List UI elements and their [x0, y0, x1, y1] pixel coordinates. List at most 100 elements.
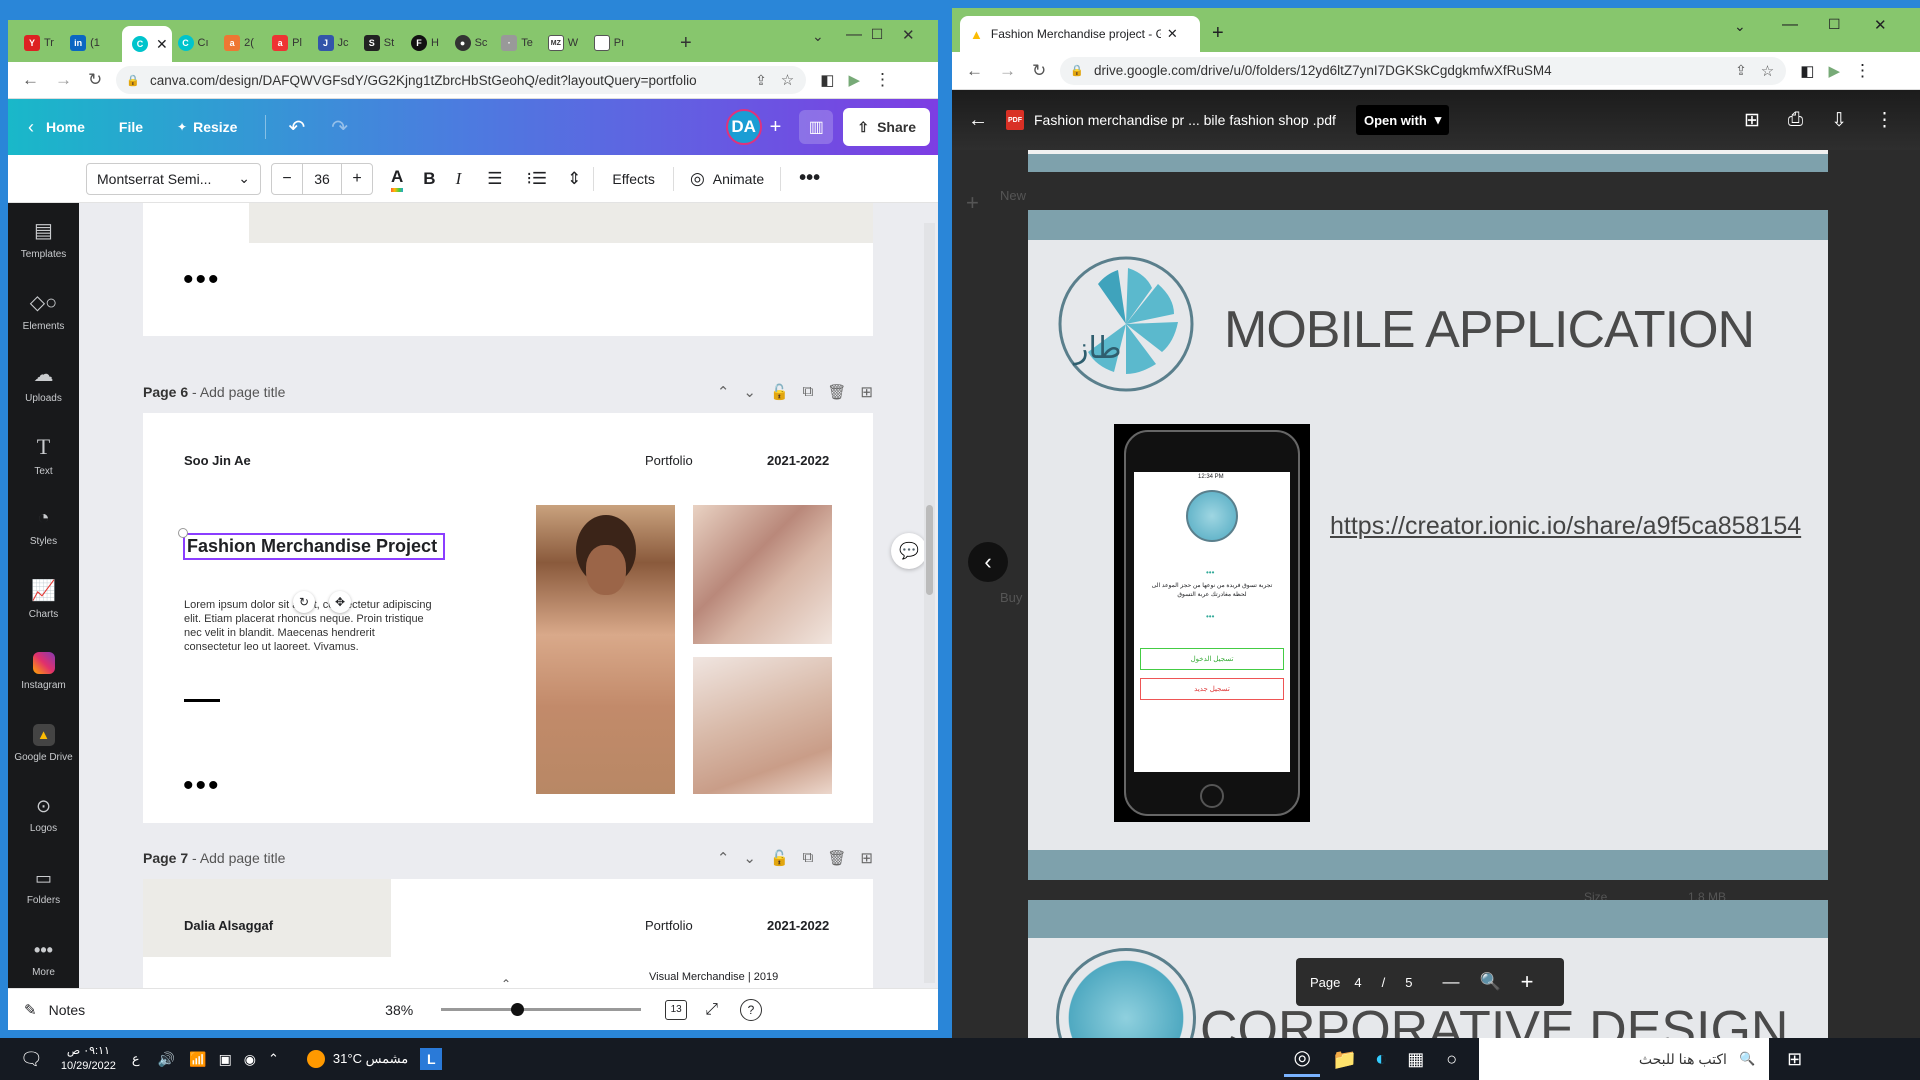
- chevron-up-icon[interactable]: ⌃: [717, 849, 730, 867]
- maximize-icon[interactable]: ☐: [862, 26, 892, 43]
- photo-hands-rings[interactable]: [693, 505, 832, 644]
- font-family-select[interactable]: Montserrat Semi... ⌄: [86, 162, 261, 195]
- file-menu[interactable]: File: [119, 119, 143, 135]
- maximize-icon[interactable]: ☐: [1828, 16, 1841, 33]
- help-icon[interactable]: ?: [740, 998, 762, 1021]
- home-button[interactable]: Home: [46, 119, 85, 135]
- photo-necklace[interactable]: [693, 657, 832, 794]
- duplicate-icon[interactable]: ⧉: [803, 849, 814, 867]
- resize-handle[interactable]: [178, 528, 188, 538]
- rail-instagram[interactable]: Instagram: [8, 635, 79, 707]
- download-icon[interactable]: ⇩: [1831, 109, 1847, 132]
- bold-icon[interactable]: B: [423, 169, 435, 189]
- trash-icon[interactable]: 🗑: [827, 849, 846, 867]
- trash-icon[interactable]: 🗑: [827, 383, 846, 401]
- task-view-icon[interactable]: ▦: [1407, 1049, 1424, 1070]
- add-page-icon[interactable]: ⊞: [860, 849, 873, 867]
- animate-button[interactable]: Animate: [713, 171, 764, 187]
- share-button[interactable]: ⇧ Share: [843, 108, 930, 146]
- wifi-icon[interactable]: 📶: [189, 1051, 206, 1068]
- zoom-slider-thumb[interactable]: [511, 1003, 525, 1016]
- tab-search-icon[interactable]: ⌄: [812, 28, 824, 45]
- zoom-out-icon[interactable]: —: [1442, 972, 1459, 992]
- browser-tab[interactable]: a 2(: [220, 29, 258, 57]
- years-label[interactable]: 2021-2022: [767, 453, 829, 468]
- undo-icon[interactable]: ↶: [288, 115, 305, 140]
- browser-tab[interactable]: MZ W: [544, 29, 582, 57]
- page-6[interactable]: Soo Jin Ae Portfolio 2021-2022 Fashion M…: [143, 413, 873, 823]
- input-language[interactable]: ع: [132, 1051, 140, 1067]
- zoom-in-icon[interactable]: +: [1521, 969, 1534, 995]
- slide-4[interactable]: طاز MOBILE APPLICATION 12:34 PM ••• تجرب…: [1028, 210, 1828, 880]
- display-icon[interactable]: ▣: [219, 1051, 232, 1068]
- portfolio-label[interactable]: Portfolio: [645, 918, 693, 933]
- align-left-icon[interactable]: ☰: [487, 169, 502, 189]
- clock[interactable]: ٠٩:١١ ص 10/29/2022: [61, 1044, 116, 1074]
- reload-icon[interactable]: ↻: [1032, 61, 1046, 81]
- close-tab-icon[interactable]: ✕: [156, 36, 168, 53]
- browser-tab[interactable]: Pı: [590, 29, 628, 57]
- browser-tab[interactable]: FH: [406, 29, 444, 57]
- notes-button[interactable]: Notes: [49, 1002, 86, 1018]
- extension-icon[interactable]: ▶: [848, 71, 860, 89]
- comment-add-icon[interactable]: 💬: [891, 533, 927, 569]
- rail-elements[interactable]: ◇○ Elements: [8, 275, 79, 347]
- ionic-share-link[interactable]: https://creator.ionic.io/share/a9f5ca858…: [1330, 512, 1801, 541]
- address-bar[interactable]: 🔒 canva.com/design/DAFQWVGFsdY/GG2Kjng1t…: [116, 66, 807, 94]
- close-tab-icon[interactable]: ✕: [1167, 26, 1178, 42]
- side-panel-icon[interactable]: ◧: [1800, 62, 1814, 80]
- meet-now-icon[interactable]: ◉: [244, 1051, 256, 1068]
- fullscreen-icon[interactable]: ⤢: [705, 1001, 718, 1019]
- weather-text[interactable]: 31°C مشمس: [333, 1051, 408, 1067]
- avatar[interactable]: DA: [725, 109, 762, 145]
- years-label[interactable]: 2021-2022: [767, 918, 829, 933]
- zoom-icon[interactable]: 🔍: [1479, 972, 1500, 992]
- chrome-menu-icon[interactable]: ⋮: [874, 70, 891, 90]
- author-name[interactable]: Dalia Alsaggaf: [184, 918, 273, 933]
- show-pages-chevron-icon[interactable]: ⌃: [491, 977, 521, 988]
- more-actions-icon[interactable]: ⋮: [1875, 109, 1894, 132]
- pager-current[interactable]: 4: [1354, 975, 1361, 990]
- insights-chart-icon[interactable]: ▥: [799, 110, 834, 144]
- page-5-partial[interactable]: •••: [143, 203, 873, 336]
- resize-button[interactable]: Resize: [193, 119, 237, 135]
- rotate-icon[interactable]: ↻: [293, 591, 315, 613]
- bookmark-star-icon[interactable]: ☆: [1761, 62, 1774, 80]
- browser-tab-active[interactable]: ▲ Fashion Merchandise project - G ✕: [960, 16, 1200, 52]
- author-name[interactable]: Soo Jin Ae: [184, 453, 251, 468]
- rail-google-drive[interactable]: ▲ Google Drive: [8, 707, 79, 779]
- tab-search-icon[interactable]: ⌄: [1734, 18, 1746, 35]
- browser-tab[interactable]: C Cı: [174, 29, 212, 57]
- lock-icon[interactable]: 🔓: [770, 383, 789, 401]
- italic-icon[interactable]: I: [456, 169, 462, 189]
- redo-icon[interactable]: ↷: [331, 115, 348, 140]
- more-options-icon[interactable]: •••: [799, 167, 820, 190]
- rail-logos[interactable]: ⊙ Logos: [8, 779, 79, 851]
- spacing-icon[interactable]: ⇕: [567, 169, 581, 189]
- new-tab-icon[interactable]: +: [1212, 22, 1224, 45]
- increase-font-icon[interactable]: +: [342, 170, 372, 188]
- back-arrow-icon[interactable]: ←: [968, 109, 988, 132]
- decrease-font-icon[interactable]: −: [272, 170, 302, 188]
- prev-file-chevron-icon[interactable]: ‹: [968, 542, 1008, 582]
- zoom-slider[interactable]: [441, 1003, 642, 1016]
- volume-icon[interactable]: 🔊: [158, 1051, 175, 1068]
- duplicate-icon[interactable]: ⧉: [803, 383, 814, 401]
- chrome-menu-icon[interactable]: ⋮: [1854, 61, 1871, 81]
- text-color-icon[interactable]: A: [391, 165, 404, 192]
- rail-templates[interactable]: ▤ Templates: [8, 203, 79, 275]
- forward-icon[interactable]: →: [55, 70, 72, 90]
- browser-tab[interactable]: S St: [360, 29, 398, 57]
- chevron-down-icon[interactable]: ⌄: [743, 849, 756, 867]
- bookmark-star-icon[interactable]: ☆: [781, 71, 794, 89]
- close-window-icon[interactable]: ✕: [902, 26, 915, 44]
- minimize-icon[interactable]: —: [1782, 16, 1798, 34]
- forward-icon[interactable]: →: [999, 61, 1016, 81]
- notifications-icon[interactable]: 🗨: [20, 1049, 43, 1070]
- rail-folders[interactable]: ▭ Folders: [8, 851, 79, 923]
- scroll-thumb[interactable]: [926, 505, 933, 595]
- browser-tab[interactable]: Y Tr: [20, 29, 58, 57]
- chrome-icon[interactable]: ◎: [1284, 1041, 1321, 1077]
- back-icon[interactable]: ←: [966, 61, 983, 81]
- open-with-button[interactable]: Open with ▾: [1355, 105, 1450, 135]
